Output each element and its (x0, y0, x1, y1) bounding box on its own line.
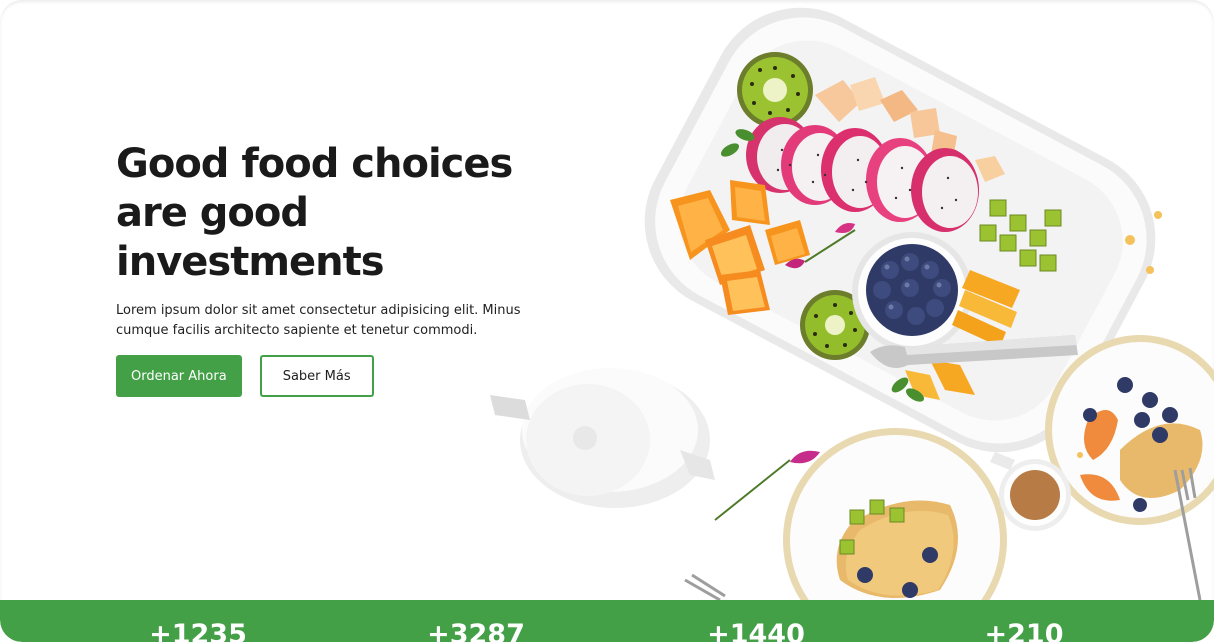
stat-value: +210 (984, 619, 1064, 642)
teapot (490, 368, 715, 508)
learn-more-button[interactable]: Saber Más (259, 355, 374, 397)
food-platter-image (490, 7, 1214, 600)
order-now-button[interactable]: Ordenar Ahora (116, 355, 242, 397)
kiwi-top (737, 52, 813, 128)
stat-value: +3287 (427, 619, 525, 642)
blueberry-bowl (852, 232, 972, 352)
landing-page: Good food choices are good investments L… (0, 0, 1214, 642)
stat-value: +1235 (149, 619, 247, 642)
stats-bar: +1235 +3287 +1440 +210 (0, 600, 1214, 642)
stat-value: +1440 (707, 619, 805, 642)
